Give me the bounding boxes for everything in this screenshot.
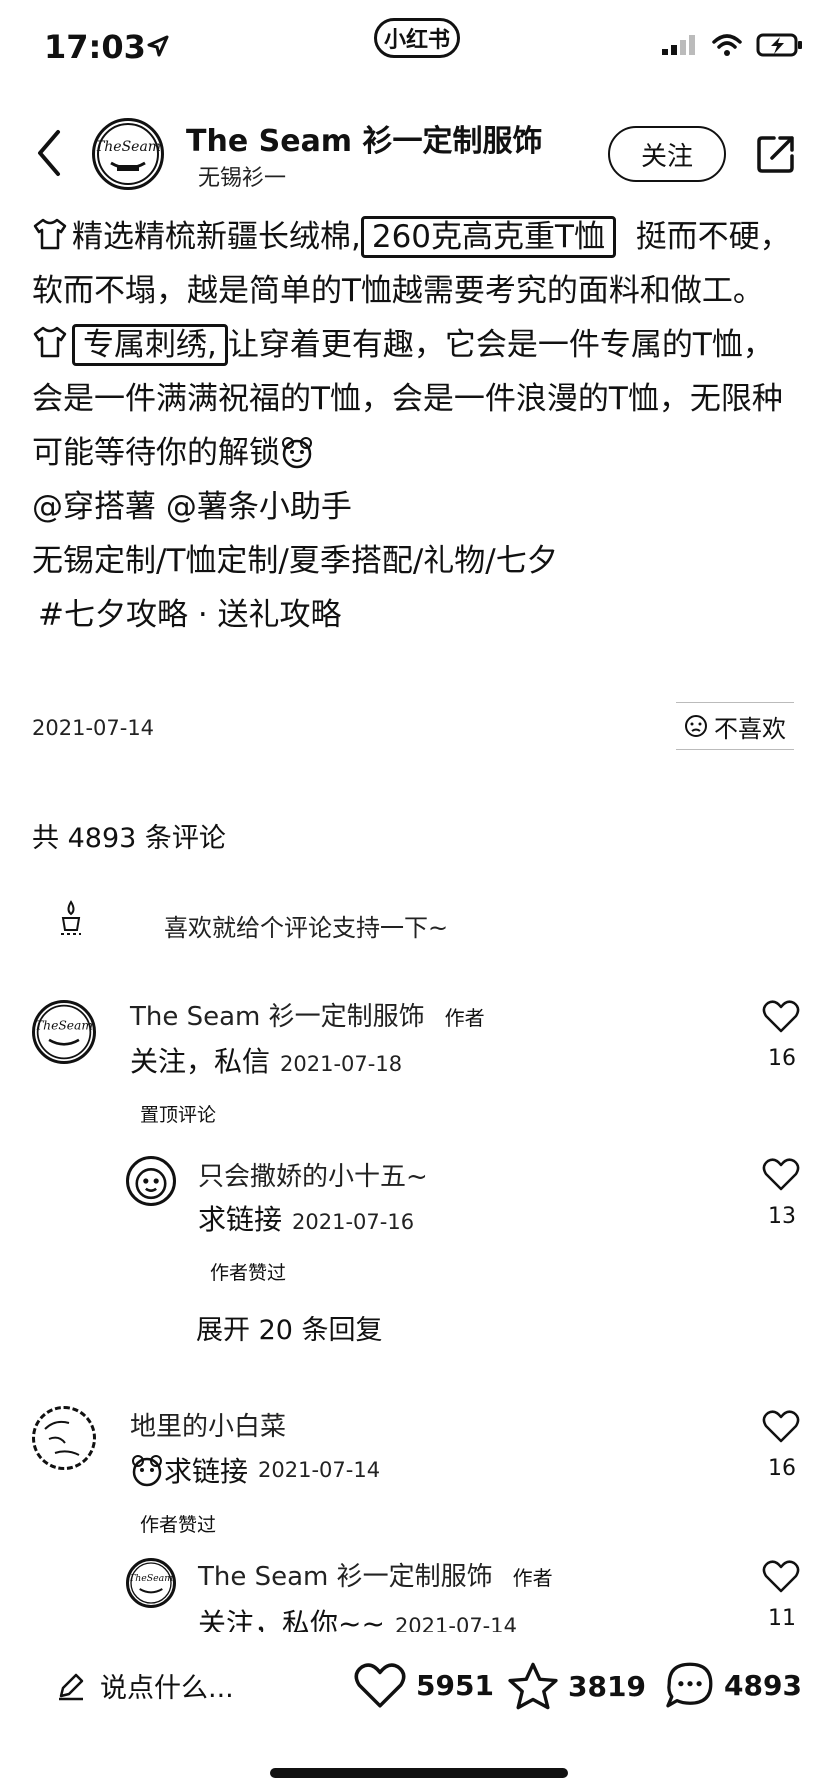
- status-icons: [662, 32, 804, 58]
- comment-input-placeholder: 说点什么...: [100, 1673, 234, 1704]
- brand-logo: TheSeam: [129, 1562, 173, 1604]
- comment-date: 2021-07-14: [258, 1458, 381, 1482]
- share-button[interactable]: [756, 134, 796, 174]
- comment-text: 关注，私信: [130, 1045, 271, 1078]
- comment-header: The Seam 衫一定制服饰 作者: [198, 1556, 553, 1593]
- comment-count: 共 4893 条评论: [32, 823, 226, 854]
- comment-date: 2021-07-18: [280, 1052, 403, 1076]
- comment-count-button: 4893: [724, 1668, 802, 1702]
- comment-like-heart-icon[interactable]: [762, 1408, 800, 1444]
- comment-bubble-icon: [666, 1662, 713, 1708]
- svg-text:TheSeam: TheSeam: [129, 1573, 173, 1584]
- post-tags[interactable]: 无锡定制/T恤定制/夏季搭配/礼物/七夕: [32, 534, 802, 588]
- like-button[interactable]: 5951: [352, 1660, 494, 1710]
- heart-icon: [354, 1663, 406, 1708]
- comment-avatar[interactable]: [126, 1156, 176, 1206]
- comment-header: The Seam 衫一定制服饰 作者: [130, 996, 485, 1033]
- brand-logo: TheSeam: [95, 123, 161, 185]
- post-text-1: 精选精梳新疆长绒棉,: [72, 219, 361, 255]
- comment-date: 2021-07-14: [394, 1614, 517, 1632]
- post-date: 2021-07-14: [32, 716, 155, 740]
- wifi-icon: [712, 34, 742, 56]
- bear-emoji-icon: [282, 437, 312, 469]
- comment-header: 地里的小白菜: [130, 1406, 286, 1443]
- comment-date: 2021-07-16: [292, 1210, 415, 1234]
- comment-body[interactable]: 关注，私信 2021-07-18: [130, 1040, 402, 1080]
- post-paragraph-1: 精选精梳新疆长绒棉, 260克高克重T恤 挺而不硬，软而不塌，越是简单的T恤越需要…: [32, 210, 802, 318]
- comment-avatar[interactable]: TheSeam: [32, 1000, 96, 1064]
- comment-body[interactable]: 关注，私你~~ 2021-07-14: [198, 1602, 517, 1632]
- comment-author[interactable]: 只会撒娇的小十五~: [198, 1162, 428, 1192]
- like-count: 5951: [416, 1668, 494, 1702]
- dislike-label: 不喜欢: [714, 714, 786, 743]
- comment-input[interactable]: 说点什么...: [56, 1666, 234, 1705]
- candle-icon: [61, 900, 81, 935]
- app-badge: 小红书: [374, 18, 460, 58]
- pencil-icon: [59, 1673, 84, 1700]
- comment-like-count: 13: [768, 1204, 796, 1229]
- post-body: 精选精梳新疆长绒棉, 260克高克重T恤 挺而不硬，软而不塌，越是简单的T恤越需要…: [32, 210, 802, 642]
- follow-button[interactable]: 关注: [608, 126, 726, 182]
- author-avatar[interactable]: TheSeam: [92, 118, 164, 190]
- tshirt-icon: [33, 218, 67, 250]
- comment-button[interactable]: 4893: [664, 1660, 802, 1710]
- home-indicator[interactable]: [270, 1768, 568, 1778]
- comment-avatar[interactable]: TheSeam: [126, 1558, 176, 1608]
- bear-emoji-icon: [132, 1455, 162, 1487]
- comment-body[interactable]: 求链接 2021-07-16: [198, 1198, 414, 1238]
- signal-icon: [662, 35, 695, 55]
- comment-author[interactable]: The Seam 衫一定制服饰: [130, 1002, 425, 1032]
- author-liked-badge: 作者赞过: [140, 1514, 217, 1536]
- location-arrow-icon: [147, 35, 169, 57]
- battery-icon: [756, 33, 802, 57]
- brand-logo: TheSeam: [35, 1004, 93, 1060]
- comment-author[interactable]: The Seam 衫一定制服饰: [198, 1562, 493, 1592]
- post-mentions[interactable]: @穿搭薯 @薯条小助手: [32, 480, 802, 534]
- status-time: 17:03: [44, 28, 146, 66]
- author-name[interactable]: The Seam 衫一定制服饰: [186, 116, 543, 160]
- tshirt-icon: [33, 326, 67, 358]
- star-icon: [508, 1662, 558, 1710]
- comment-like-count: 11: [768, 1606, 796, 1631]
- comment-text: 关注，私你~~: [198, 1607, 385, 1632]
- svg-text:TheSeam: TheSeam: [35, 1018, 93, 1032]
- back-button[interactable]: [30, 128, 70, 178]
- comment-avatar[interactable]: [32, 1406, 96, 1470]
- comment-reply-clip: TheSeam The Seam 衫一定制服饰 作者 关注，私你~~ 2021-07…: [0, 1546, 828, 1632]
- collect-button[interactable]: 3819: [506, 1660, 646, 1712]
- comment-text: 求链接: [198, 1203, 283, 1236]
- author-tag: 作者: [512, 1566, 553, 1590]
- author-tag: 作者: [444, 1006, 485, 1030]
- collect-count: 3819: [568, 1669, 646, 1703]
- post-hashtags[interactable]: #七夕攻略 · 送礼攻略: [32, 588, 802, 642]
- bear-avatar-icon: [135, 1168, 167, 1200]
- comment-like-heart-icon[interactable]: [762, 1558, 800, 1594]
- comment-author[interactable]: 地里的小白菜: [130, 1412, 286, 1442]
- expand-replies-button[interactable]: 展开 20 条回复: [196, 1308, 383, 1347]
- comment-text: 求链接: [164, 1455, 249, 1488]
- comment-header: 只会撒娇的小十五~: [198, 1156, 428, 1193]
- post-paragraph-2: 专属刺绣, 让穿着更有趣，它会是一件专属的T恤，会是一件满满祝福的T恤，会是一件浪…: [32, 318, 802, 480]
- comment-like-heart-icon[interactable]: [762, 998, 800, 1034]
- comment-like-count: 16: [768, 1456, 796, 1481]
- comment-body[interactable]: 求链接 2021-07-14: [130, 1450, 380, 1490]
- highlight-weight: 260克高克重T恤: [360, 216, 616, 258]
- svg-text:TheSeam: TheSeam: [95, 139, 161, 155]
- frown-icon: [685, 715, 707, 737]
- comment-prompt[interactable]: 喜欢就给个评论支持一下~: [164, 908, 448, 943]
- comment-like-count: 16: [768, 1046, 796, 1071]
- dislike-button[interactable]: 不喜欢: [676, 702, 794, 750]
- highlight-embroidery: 专属刺绣,: [72, 324, 228, 366]
- sketch-avatar-icon: [44, 1420, 80, 1456]
- comment-like-heart-icon[interactable]: [762, 1156, 800, 1192]
- author-location: 无锡衫一: [198, 166, 287, 191]
- pinned-badge: 置顶评论: [140, 1104, 217, 1126]
- author-liked-badge: 作者赞过: [210, 1262, 287, 1284]
